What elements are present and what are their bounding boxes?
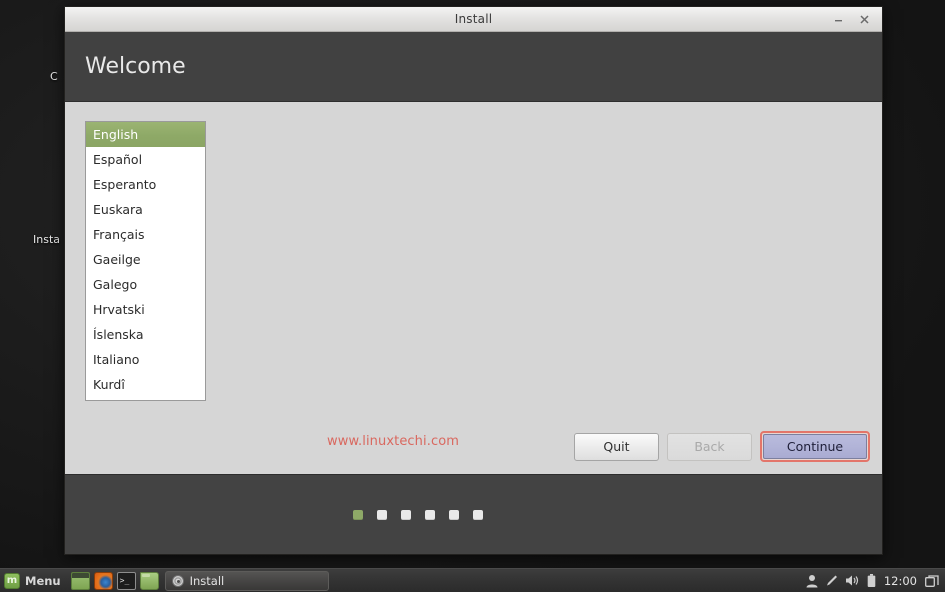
window-titlebar[interactable]: Install <box>65 7 882 32</box>
window-switcher-icon[interactable] <box>925 574 939 587</box>
launcher-panel: >_ <box>67 571 159 590</box>
language-item-kurdi[interactable]: Kurdî <box>86 372 205 397</box>
disc-icon <box>171 574 184 587</box>
battery-icon[interactable] <box>867 573 876 588</box>
window-list: Install <box>159 570 806 591</box>
window-title: Install <box>454 12 493 26</box>
taskbar-window-button-install[interactable]: Install <box>164 570 329 591</box>
language-item-islenska[interactable]: Íslenska <box>86 322 205 347</box>
window-footer <box>65 474 882 554</box>
desktop: C Insta Install Welcome English Español … <box>0 0 945 592</box>
show-desktop-icon[interactable] <box>70 571 90 590</box>
step-dot-6 <box>472 509 483 520</box>
step-dot-4 <box>424 509 435 520</box>
step-dot-3 <box>400 509 411 520</box>
firefox-icon[interactable] <box>93 571 113 590</box>
language-item-esperanto[interactable]: Esperanto <box>86 172 205 197</box>
continue-button[interactable]: Continue <box>763 434 867 459</box>
watermark-text: www.linuxtechi.com <box>327 434 460 449</box>
language-item-italiano[interactable]: Italiano <box>86 347 205 372</box>
taskbar: m Menu >_ Install 12:00 <box>0 568 945 592</box>
language-listbox[interactable]: English Español Esperanto Euskara França… <box>85 121 206 401</box>
step-dot-1 <box>352 509 363 520</box>
step-indicator <box>352 509 483 520</box>
close-icon[interactable] <box>852 10 876 29</box>
language-item-francais[interactable]: Français <box>86 222 205 247</box>
pen-icon[interactable] <box>825 574 838 587</box>
continue-button-focus-ring: Continue <box>760 431 870 462</box>
step-dot-2 <box>376 509 387 520</box>
language-item-euskara[interactable]: Euskara <box>86 197 205 222</box>
minimize-icon[interactable] <box>826 10 850 29</box>
language-item-galego[interactable]: Galego <box>86 272 205 297</box>
step-dot-5 <box>448 509 459 520</box>
back-button: Back <box>667 432 752 461</box>
menu-button[interactable]: m Menu <box>0 569 67 592</box>
navigation-buttons: Quit Back Continue <box>574 431 870 462</box>
window-controls <box>826 7 876 32</box>
clock[interactable]: 12:00 <box>883 574 918 588</box>
system-tray: 12:00 <box>806 569 945 592</box>
language-item-espanol[interactable]: Español <box>86 147 205 172</box>
terminal-icon[interactable]: >_ <box>116 571 136 590</box>
window-header: Welcome <box>65 32 882 102</box>
window-body: English Español Esperanto Euskara França… <box>65 102 882 474</box>
language-item-gaeilge[interactable]: Gaeilge <box>86 247 205 272</box>
volume-icon[interactable] <box>845 574 860 587</box>
mint-logo-icon: m <box>4 572 20 589</box>
page-title: Welcome <box>85 54 186 79</box>
install-window: Install Welcome English Español Esperant… <box>64 6 883 555</box>
menu-button-label: Menu <box>25 573 61 588</box>
language-item-hrvatski[interactable]: Hrvatski <box>86 297 205 322</box>
quit-button[interactable]: Quit <box>574 432 659 461</box>
language-item-english[interactable]: English <box>86 122 205 147</box>
user-icon[interactable] <box>806 574 818 588</box>
file-manager-icon[interactable] <box>139 571 159 590</box>
taskbar-window-button-label: Install <box>189 573 225 588</box>
